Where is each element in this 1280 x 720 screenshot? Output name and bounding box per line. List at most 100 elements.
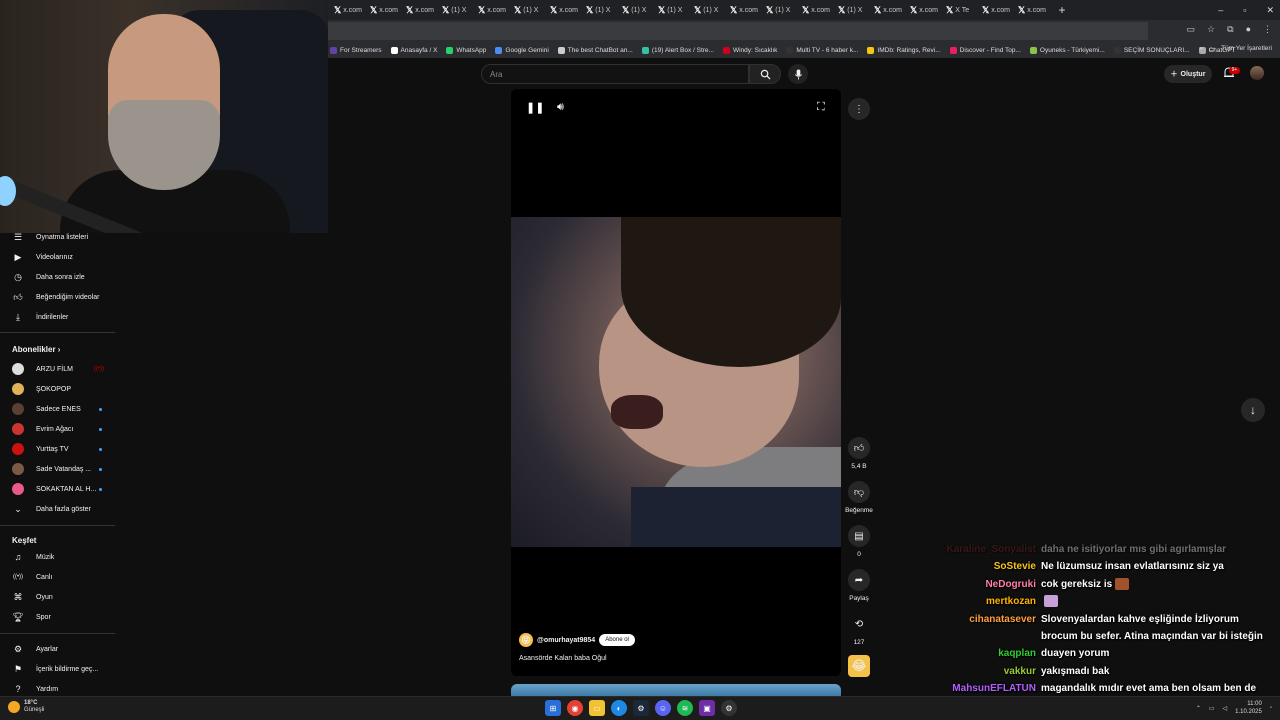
- search-button[interactable]: [749, 64, 781, 84]
- sidebar-item[interactable]: ⌄ Daha fazla göster: [0, 499, 120, 519]
- chat-username[interactable]: vakkur: [1004, 663, 1036, 680]
- bookmark-item[interactable]: Anasayfa / X: [390, 46, 437, 54]
- bookmark-item[interactable]: Oyuneks - Türkiyemi...: [1029, 46, 1105, 54]
- sidebar-item[interactable]: ARZU FİLM ((•)): [0, 359, 120, 379]
- menu-icon[interactable]: ⋮: [1263, 24, 1272, 35]
- browser-tab[interactable]: 𝕏 (1) X: [616, 0, 652, 20]
- new-tab-button[interactable]: +: [1052, 3, 1072, 17]
- network-icon[interactable]: ▭: [1209, 705, 1215, 712]
- bookmark-item[interactable]: Windy: Sıcaklık: [722, 46, 777, 54]
- bookmark-item[interactable]: SEÇİM SONUÇLARI...: [1113, 46, 1190, 54]
- browser-tab[interactable]: 𝕏 (1) X: [652, 0, 688, 20]
- browser-tab[interactable]: 𝕏x.com: [724, 0, 760, 20]
- sidebar-item[interactable]: ♫ Müzik: [0, 547, 120, 567]
- bookmark-item[interactable]: Multi TV - 6 haber k...: [786, 46, 858, 54]
- sidebar-item[interactable]: ☰ Oynatma listeleri: [0, 227, 120, 247]
- sidebar-item[interactable]: 👍︎ Beğendiğim videolar: [0, 287, 120, 307]
- pause-icon[interactable]: ❚❚: [526, 101, 544, 114]
- subscribe-button[interactable]: Abone ol: [599, 634, 635, 646]
- weather-widget[interactable]: 18°C Güneşli: [8, 700, 44, 714]
- short-caption[interactable]: Asansörde Kalan baba Oğul: [519, 655, 607, 662]
- minimize-icon[interactable]: –: [1218, 5, 1223, 15]
- browser-tab[interactable]: 𝕏x.com: [904, 0, 940, 20]
- browser-tab[interactable]: 𝕏 (1) X: [832, 0, 868, 20]
- browser-tab[interactable]: 𝕏 (1) X: [436, 0, 472, 20]
- sidebar-item[interactable]: ◷ Daha sonra izle: [0, 267, 120, 287]
- sidebar-item[interactable]: ⚙ Ayarlar: [0, 639, 120, 659]
- chat-username[interactable]: cihanatasever: [969, 611, 1036, 628]
- close-icon[interactable]: ✕: [1266, 5, 1274, 16]
- steam-icon[interactable]: ⚙: [633, 700, 649, 716]
- search-input[interactable]: Ara: [481, 64, 749, 84]
- cast-icon[interactable]: ▭: [1187, 24, 1196, 35]
- browser-tab[interactable]: 𝕏 (1) X: [688, 0, 724, 20]
- browser-tab[interactable]: 𝕏 (1) X: [760, 0, 796, 20]
- fullscreen-icon[interactable]: ⛶: [817, 101, 825, 114]
- spotify-icon[interactable]: ≋: [677, 700, 693, 716]
- dislike-action[interactable]: 👎︎ Beğenme: [845, 481, 873, 514]
- address-field[interactable]: [328, 22, 1148, 40]
- bookmarks-overflow-button[interactable]: »: [1199, 45, 1203, 53]
- remix-action[interactable]: ⟲ 127: [845, 613, 873, 647]
- browser-tab[interactable]: 𝕏x.com: [328, 0, 364, 20]
- chrome-icon[interactable]: ◉: [567, 700, 583, 716]
- discord-icon[interactable]: ☺: [655, 700, 671, 716]
- extensions-icon[interactable]: ⧉: [1227, 24, 1233, 35]
- browser-tab[interactable]: 𝕏x.com: [796, 0, 832, 20]
- create-button[interactable]: ＋ Oluştur: [1164, 65, 1212, 83]
- next-video-button[interactable]: ↓: [1241, 398, 1265, 422]
- profile-icon[interactable]: ●: [1246, 24, 1251, 35]
- browser-tab[interactable]: 𝕏x.com: [976, 0, 1012, 20]
- sidebar-item[interactable]: 🏆︎ Spor: [0, 607, 120, 627]
- more-options-button[interactable]: ⋮: [848, 98, 870, 120]
- start-icon[interactable]: ⊞: [545, 700, 561, 716]
- like-action[interactable]: 👍︎ 5,4 B: [845, 437, 873, 470]
- browser-tab[interactable]: 𝕏 (1) X: [580, 0, 616, 20]
- bookmark-item[interactable]: IMDb: Ratings, Revi...: [867, 46, 941, 54]
- edge-icon[interactable]: ◐: [611, 700, 627, 716]
- bookmark-item[interactable]: WhatsApp: [446, 46, 486, 54]
- bookmark-item[interactable]: (19) Alert Box / Stre...: [641, 46, 714, 54]
- chat-username[interactable]: NeDogruki: [985, 576, 1036, 593]
- maximize-icon[interactable]: ▫: [1243, 5, 1246, 15]
- sidebar-item[interactable]: Sadece ENES: [0, 399, 120, 419]
- bookmark-item[interactable]: The best ChatBot an...: [557, 46, 633, 54]
- tray-chevron-icon[interactable]: ⌃: [1196, 705, 1201, 712]
- shorts-player[interactable]: ❚❚ 🔊︎ ⛶ 😝︎ @omurhayat9854 Abone ol Asans…: [511, 89, 841, 676]
- comment-action[interactable]: ▤ 0: [845, 525, 873, 558]
- channel-avatar[interactable]: 😝︎: [519, 633, 533, 647]
- sidebar-item[interactable]: Sade Vatandaş ...: [0, 459, 120, 479]
- voice-search-button[interactable]: [788, 64, 808, 84]
- subscriptions-heading[interactable]: Abonelikler ›: [12, 345, 60, 354]
- volume-icon[interactable]: 🔊︎: [557, 101, 564, 114]
- bookmark-item[interactable]: Google Gemini: [495, 46, 549, 54]
- browser-tab[interactable]: 𝕏x.com: [544, 0, 580, 20]
- channel-name[interactable]: @omurhayat9854: [537, 637, 595, 644]
- chat-username[interactable]: SoStevie: [994, 558, 1036, 575]
- chat-username[interactable]: Karaline_Sonyalist: [947, 541, 1036, 558]
- sidebar-item[interactable]: ▶ Videolarınız: [0, 247, 120, 267]
- chat-username[interactable]: mertkozan: [986, 593, 1036, 610]
- browser-tab[interactable]: 𝕏x.com: [1012, 0, 1048, 20]
- browser-tab[interactable]: 𝕏 (1) X: [508, 0, 544, 20]
- notification-center-icon[interactable]: ▫: [1270, 705, 1272, 711]
- speaker-icon[interactable]: ◁: [1223, 705, 1228, 712]
- browser-tab[interactable]: 𝕏x.com: [472, 0, 508, 20]
- account-avatar[interactable]: [1250, 66, 1264, 80]
- share-action[interactable]: ➦ Paylaş: [845, 569, 873, 602]
- chat-username[interactable]: MahsunEFLATUN: [952, 680, 1036, 697]
- chat-username[interactable]: kaqplan: [998, 645, 1036, 662]
- sound-avatar[interactable]: 😂︎: [848, 655, 870, 677]
- browser-tab[interactable]: 𝕏X Te: [940, 0, 976, 20]
- next-short-preview[interactable]: [511, 684, 841, 696]
- sidebar-item[interactable]: Yurttaş TV: [0, 439, 120, 459]
- browser-tab[interactable]: 𝕏x.com: [364, 0, 400, 20]
- folder-icon[interactable]: ▭: [589, 700, 605, 716]
- sidebar-item[interactable]: ((•)) Canlı: [0, 567, 120, 587]
- browser-tab[interactable]: 𝕏x.com: [868, 0, 904, 20]
- bookmark-item[interactable]: For Streamers: [330, 46, 382, 54]
- bookmark-item[interactable]: Discover - Find Top...: [949, 46, 1021, 54]
- star-icon[interactable]: ☆: [1207, 24, 1215, 35]
- obs-icon[interactable]: ▣: [699, 700, 715, 716]
- settings-app-icon[interactable]: ⚙: [721, 700, 737, 716]
